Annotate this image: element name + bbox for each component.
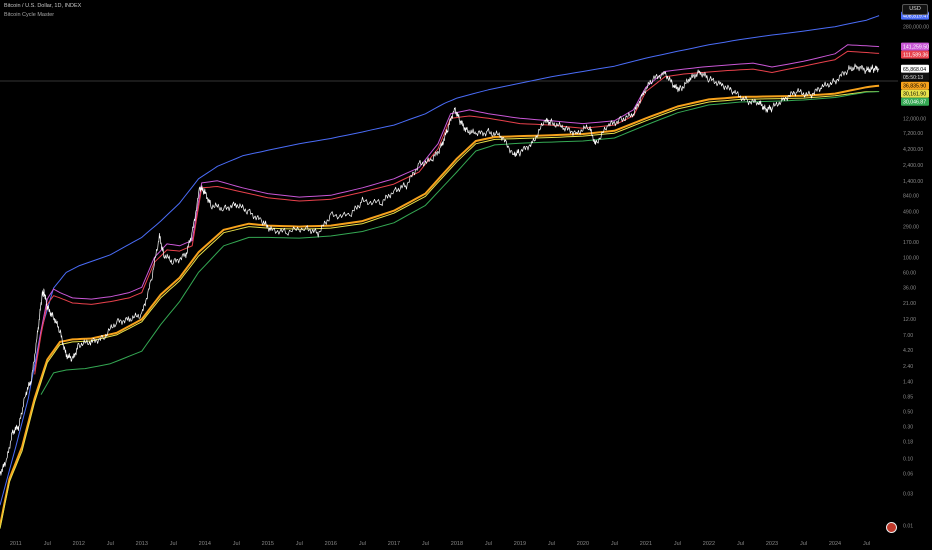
price-label: 36,835.90 <box>901 81 929 90</box>
x-tick-label: Jul <box>422 541 429 547</box>
chart-canvas[interactable]: 2011 Jul 2012 Jul 2013 Jul 2014 Jul 2015 Jul 2016 J… <box>0 0 932 550</box>
x-tick-label: 2024 <box>829 541 841 547</box>
x-tick-label: Jul <box>800 541 807 547</box>
x-tick-label: Jul <box>737 541 744 547</box>
x-tick-label: 2012 <box>73 541 85 547</box>
price-label-text: 05:50:13 <box>903 75 923 81</box>
x-tick-label: 2013 <box>136 541 148 547</box>
x-tick-label: Jul <box>44 541 51 547</box>
x-tick-label: Jul <box>107 541 114 547</box>
y-tick-label: 36.00 <box>903 285 916 291</box>
flag-icon[interactable] <box>886 522 897 533</box>
price-label: 30,161.90 <box>901 89 929 98</box>
price-label: 111,589.36 <box>901 50 929 59</box>
y-tick-label: 7.00 <box>903 333 913 339</box>
x-tick-label: 2017 <box>388 541 400 547</box>
y-tick-label: 0.03 <box>903 492 913 498</box>
y-tick-label: 280,000.00 <box>903 25 929 31</box>
price-label-text: 141,259.50 <box>903 45 929 51</box>
x-tick-label: Jul <box>548 541 555 547</box>
y-tick-label: 100.00 <box>903 256 919 262</box>
price-label: 30,046.87 <box>901 97 929 106</box>
currency-button[interactable]: USD <box>902 4 928 15</box>
y-tick-label: 0.06 <box>903 471 913 477</box>
indicator-name[interactable]: Bitcoin Cycle Master <box>4 12 54 18</box>
y-tick-label: 2,400.00 <box>903 163 923 169</box>
y-tick-label: 0.85 <box>903 394 913 400</box>
y-tick-label: 21.00 <box>903 301 916 307</box>
y-tick-label: 4.20 <box>903 348 913 354</box>
x-tick-label: Jul <box>296 541 303 547</box>
y-tick-label: 7,200.00 <box>903 131 923 137</box>
x-axis: 2011 Jul 2012 Jul 2013 Jul 2014 Jul 2015 Jul 2016 J… <box>10 541 870 547</box>
x-tick-label: Jul <box>359 541 366 547</box>
series-line-6 <box>0 63 880 476</box>
y-tick-label: 1,400.00 <box>903 179 923 185</box>
x-tick-label: 2014 <box>199 541 211 547</box>
series-line-0 <box>0 15 880 506</box>
x-tick-label: Jul <box>485 541 492 547</box>
chart-title: Bitcoin / U.S. Dollar, 1D, INDEX <box>4 3 82 9</box>
y-tick-label: 170.00 <box>903 240 919 246</box>
y-tick-label: 0.50 <box>903 410 913 416</box>
y-tick-label: 12,000.00 <box>903 116 926 122</box>
x-tick-label: 2015 <box>262 541 274 547</box>
x-tick-label: 2011 <box>10 541 22 547</box>
x-tick-label: 2022 <box>703 541 715 547</box>
price-label: 141,259.50 <box>901 42 929 51</box>
x-tick-label: Jul <box>611 541 618 547</box>
x-tick-label: Jul <box>674 541 681 547</box>
price-label-text: 36,835.90 <box>903 84 926 90</box>
x-tick-label: Jul <box>863 541 870 547</box>
y-tick-label: 0.18 <box>903 439 913 445</box>
y-tick-label: 0.30 <box>903 425 913 431</box>
series-line-1 <box>34 44 880 372</box>
price-label-text: 30,161.90 <box>903 92 926 98</box>
x-tick-label: 2021 <box>640 541 652 547</box>
x-tick-label: 2019 <box>514 541 526 547</box>
price-label: 65,868.04 <box>901 64 929 73</box>
y-tick-label: 0.01 <box>903 524 913 530</box>
y-tick-label: 840.00 <box>903 194 919 200</box>
series-layer <box>0 15 880 529</box>
price-label-text: 30,046.87 <box>903 100 926 106</box>
y-tick-label: 60.00 <box>903 270 916 276</box>
x-tick-label: 2023 <box>766 541 778 547</box>
y-tick-label: 290.00 <box>903 225 919 231</box>
series-line-5 <box>40 91 880 395</box>
x-tick-label: Jul <box>233 541 240 547</box>
y-tick-label: 12.00 <box>903 317 916 323</box>
price-label-text: 65,868.04 <box>903 67 926 73</box>
price-label-text: 111,589.36 <box>903 53 928 59</box>
series-line-4 <box>0 91 880 529</box>
y-tick-label: 0.10 <box>903 457 913 463</box>
y-tick-label: 4,200.00 <box>903 147 923 153</box>
price-label: 05:50:13 <box>901 72 929 81</box>
y-tick-label: 1.40 <box>903 380 913 386</box>
x-tick-label: 2020 <box>577 541 589 547</box>
y-tick-label: 490.00 <box>903 209 919 215</box>
y-tick-label: 2.40 <box>903 364 913 370</box>
x-tick-label: Jul <box>170 541 177 547</box>
x-tick-label: 2016 <box>325 541 337 547</box>
x-tick-label: 2018 <box>451 541 463 547</box>
